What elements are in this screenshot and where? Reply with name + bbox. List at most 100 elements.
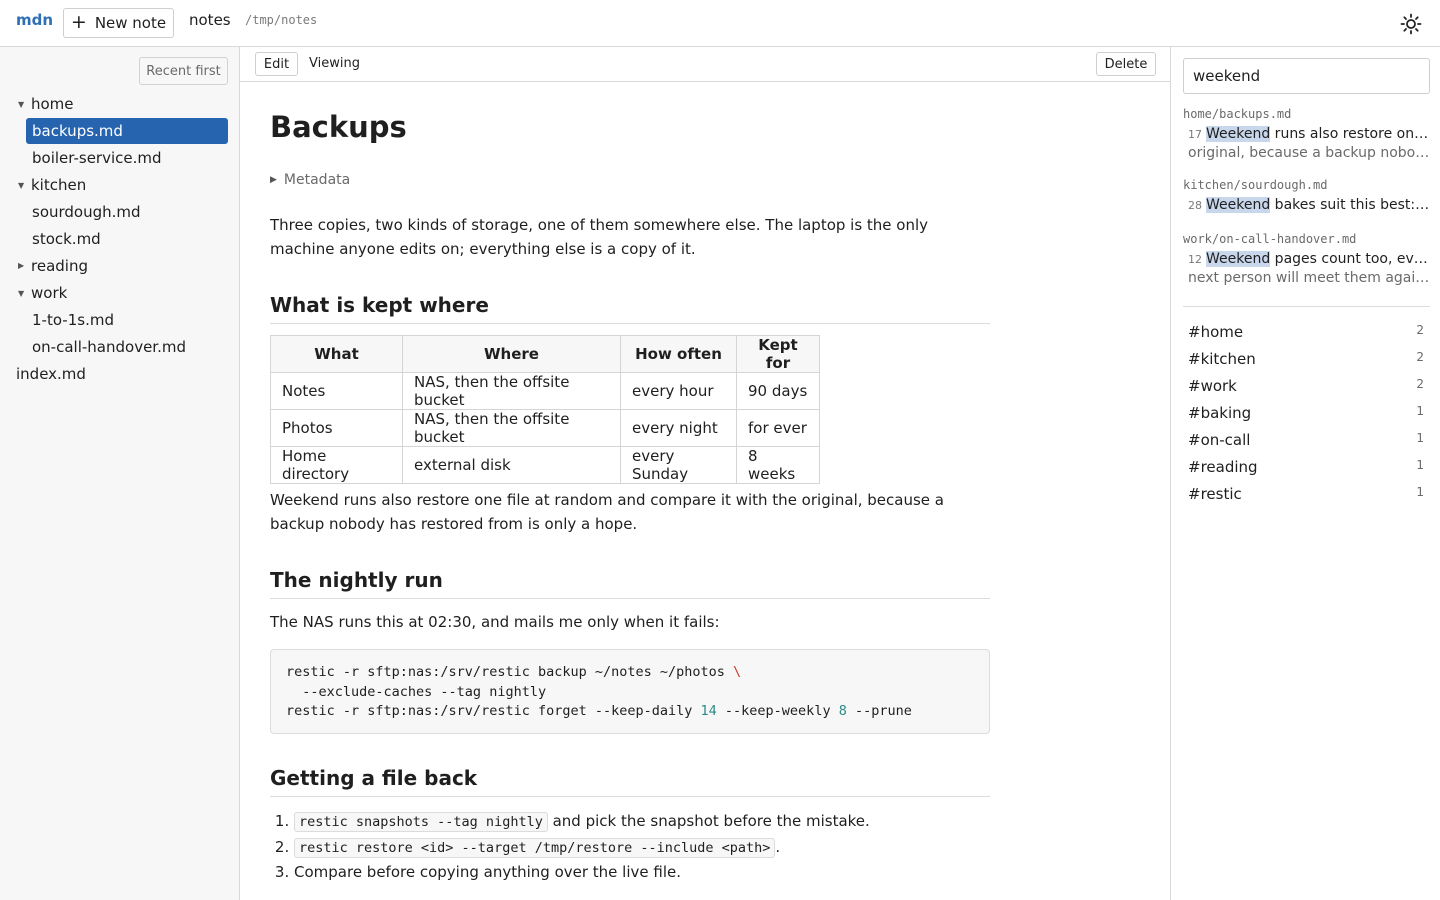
sidebar-folder-reading[interactable]: ▶ reading (18, 253, 88, 279)
code-line: restic -r sftp:nas:/srv/restic backup ~/… (286, 664, 725, 680)
tag-count: 2 (1416, 377, 1424, 391)
column-header: How often (620, 335, 737, 373)
tag-name: #baking (1188, 404, 1252, 422)
result-highlight: Weekend (1206, 126, 1271, 142)
table-row: Notes NAS, then the offsite bucket every… (270, 372, 820, 410)
result-line: 28 Weekend bakes suit this best: mix on F… (1183, 196, 1430, 215)
list-item-text: and pick the snapshot before the mistake… (547, 812, 870, 830)
tag-item[interactable]: #reading 1 (1188, 458, 1424, 485)
sidebar-item-label: on-call-handover.md (32, 338, 186, 356)
code-line: --exclude-caches --tag nightly (286, 683, 547, 700)
tag-item[interactable]: #work 2 (1188, 377, 1424, 404)
result-line-number: 17 (1188, 128, 1202, 141)
mode-label: Viewing (309, 56, 360, 71)
tag-item[interactable]: #home 2 (1188, 323, 1424, 350)
weekend-paragraph: Weekend runs also restore one file at ra… (270, 491, 944, 533)
result-path: kitchen/sourdough.md (1183, 178, 1328, 192)
sidebar-folder-home[interactable]: ▼ home (18, 91, 74, 117)
list-item: restic restore <id> --target /tmp/restor… (294, 835, 870, 861)
search-result[interactable]: work/on-call-handover.md 12 Weekend pages… (1183, 232, 1430, 287)
sidebar-folder-work[interactable]: ▼ work (18, 280, 67, 306)
tag-name: #reading (1188, 458, 1258, 476)
code-line: --prune (846, 703, 912, 719)
tag-item[interactable]: #restic 1 (1188, 485, 1424, 512)
list-item: restic snapshots --tag nightly and pick … (294, 809, 870, 835)
tag-count: 1 (1416, 404, 1424, 418)
sidebar-item-label: 1-to-1s.md (32, 311, 114, 329)
sidebar-item-stock[interactable]: stock.md (26, 226, 101, 252)
tag-name: #work (1188, 377, 1237, 395)
caret-right-icon: ▶ (270, 175, 277, 185)
table-row: Home directory external disk every Sunda… (270, 446, 820, 484)
sidebar-item-backups[interactable]: backups.md (26, 118, 228, 144)
table-cell: Home directory (270, 446, 403, 484)
search-input[interactable] (1183, 58, 1430, 94)
sidebar-item-on-call-handover[interactable]: on-call-handover.md (26, 334, 186, 360)
tag-name: #restic (1188, 485, 1242, 503)
table-cell: every night (620, 409, 737, 447)
new-note-button[interactable]: + New note (63, 8, 174, 38)
workspace-name: notes (189, 11, 231, 29)
nightly-paragraph: The NAS runs this at 02:30, and mails me… (270, 613, 720, 631)
edit-button[interactable]: Edit (255, 52, 298, 76)
column-header: Where (402, 335, 621, 373)
table-cell: external disk (402, 446, 621, 484)
section-heading-kept: What is kept where (270, 293, 990, 324)
code-number: 14 (700, 703, 717, 719)
file-sidebar: Recent first ▼ home backups.md boiler-se… (0, 47, 240, 900)
column-header: Kept for (736, 335, 820, 373)
sidebar-folder-kitchen[interactable]: ▼ kitchen (18, 172, 87, 198)
intro-paragraph: Three copies, two kinds of storage, one … (270, 216, 929, 258)
inline-code: restic restore <id> --target /tmp/restor… (294, 837, 776, 858)
document-view[interactable]: Backups ▶ Metadata Three copies, two kin… (240, 83, 1170, 900)
table-cell: every hour (620, 372, 737, 410)
metadata-toggle[interactable]: ▶ Metadata (270, 172, 350, 188)
caret-down-icon: ▼ (18, 100, 25, 109)
list-item-text: . (775, 837, 781, 856)
tag-count: 2 (1416, 323, 1424, 337)
sidebar-item-boiler-service[interactable]: boiler-service.md (26, 145, 162, 171)
sidebar-item-sourdough[interactable]: sourdough.md (26, 199, 141, 225)
sidebar-item-label: sourdough.md (32, 203, 141, 221)
caret-right-icon: ▶ (18, 261, 25, 270)
tag-count: 1 (1416, 458, 1424, 472)
tag-item[interactable]: #kitchen 2 (1188, 350, 1424, 377)
delete-button[interactable]: Delete (1096, 52, 1156, 76)
result-text: pages count too, even when nothing break… (1274, 251, 1430, 267)
tag-item[interactable]: #on-call 1 (1188, 431, 1424, 458)
plus-icon: + (70, 10, 87, 33)
section-heading-nightly: The nightly run (270, 568, 990, 599)
top-bar: mdn + New note notes /tmp/notes (0, 0, 1440, 47)
search-panel: home/backups.md 17 Weekend runs also rest… (1170, 47, 1440, 900)
tag-count: 2 (1416, 350, 1424, 364)
result-path: work/on-call-handover.md (1183, 232, 1357, 246)
search-result[interactable]: home/backups.md 17 Weekend runs also rest… (1183, 107, 1430, 162)
sidebar-item-label: reading (31, 257, 88, 275)
table-cell: 8 weeks (736, 446, 820, 484)
page-title: Backups (270, 110, 407, 144)
sidebar-item-label: backups.md (32, 122, 123, 140)
result-highlight: Weekend (1206, 251, 1271, 267)
sidebar-item-label: kitchen (31, 176, 87, 194)
new-note-label: New note (94, 14, 167, 32)
code-block: restic -r sftp:nas:/srv/restic backup ~/… (270, 649, 990, 734)
result-line: 17 Weekend runs also restore one file at … (1183, 125, 1430, 144)
result-line: 12 Weekend pages count too, even when not… (1183, 250, 1430, 269)
search-result[interactable]: kitchen/sourdough.md 28 Weekend bakes sui… (1183, 178, 1430, 215)
restore-steps: restic snapshots --tag nightly and pick … (294, 809, 870, 885)
sidebar-item-index[interactable]: index.md (16, 361, 86, 387)
section-heading-restore: Getting a file back (270, 766, 990, 797)
metadata-label: Metadata (283, 172, 351, 188)
sort-button[interactable]: Recent first (139, 57, 228, 85)
divider (1183, 306, 1430, 307)
tag-item[interactable]: #baking 1 (1188, 404, 1424, 431)
sidebar-item-label: stock.md (32, 230, 101, 248)
table-cell: for ever (736, 409, 820, 447)
code-continuation: \ (733, 664, 742, 680)
code-number: 8 (838, 703, 847, 719)
sun-icon[interactable] (1400, 13, 1422, 35)
result-path: home/backups.md (1183, 107, 1292, 121)
inline-code: restic snapshots --tag nightly (294, 812, 548, 832)
app-logo[interactable]: mdn (16, 11, 53, 29)
sidebar-item-1-to-1s[interactable]: 1-to-1s.md (26, 307, 114, 333)
